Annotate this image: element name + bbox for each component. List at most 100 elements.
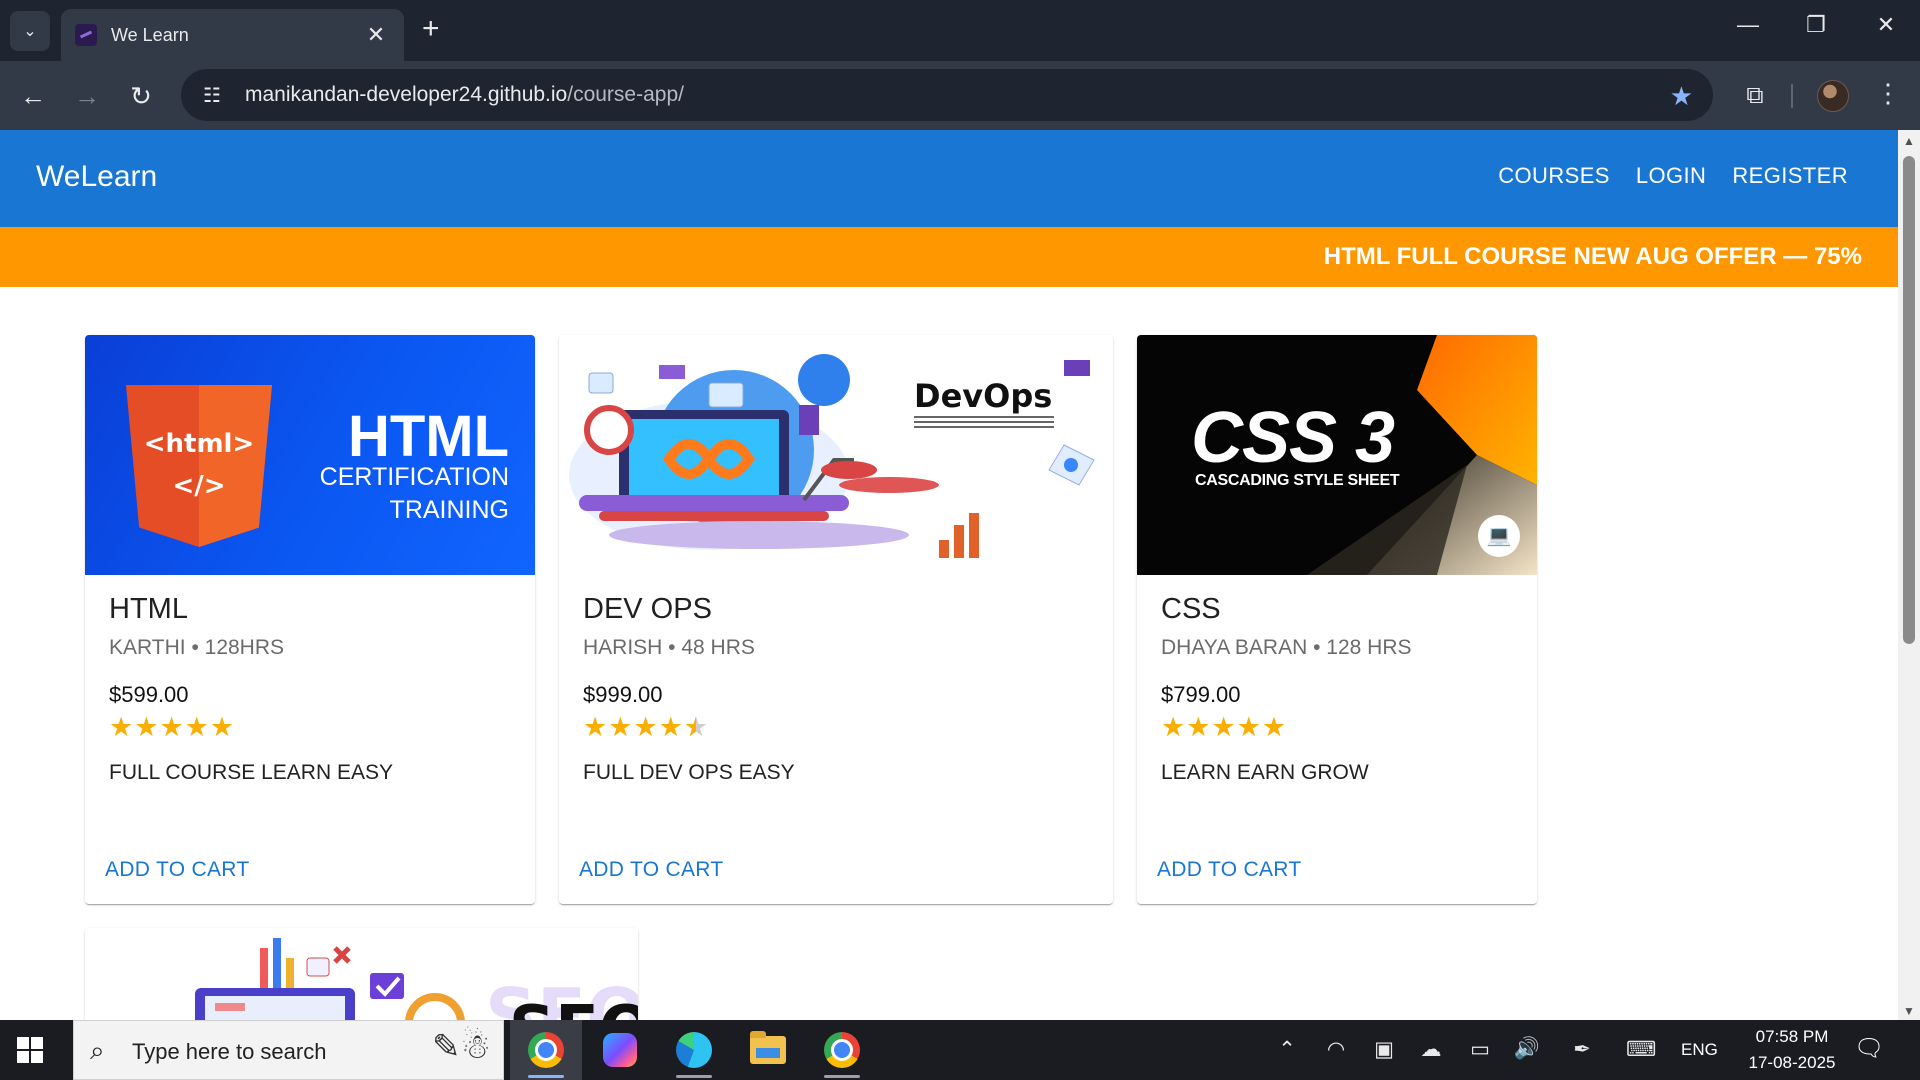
star-icon: ★ [1261,712,1288,742]
scroll-up-icon[interactable]: ▲ [1898,134,1920,148]
new-tab-icon[interactable]: + [422,14,440,44]
nav-login[interactable]: LOGIN [1636,163,1706,189]
course-image-html: <html> </> HTML CERTIFICATION TRAINING [85,335,535,575]
puzzle-icon[interactable]: ⧉ [1738,79,1772,113]
address-bar[interactable]: ☷ manikandan-developer24.github.io/cours… [181,69,1713,121]
tab-search-button[interactable]: ⌄ [10,11,50,51]
css-image-heading: CSS 3 [1191,398,1395,478]
onedrive-cloud-icon[interactable]: ☁ [1416,1037,1446,1062]
star-icon: ★ [608,712,634,742]
chrome-icon [528,1032,564,1068]
course-image-devops: DevOps [559,335,1113,575]
profile-avatar[interactable] [1817,80,1849,112]
wifi-icon[interactable]: ◠ [1321,1037,1351,1062]
tab-close-icon[interactable]: ✕ [362,22,390,48]
rating-stars: ★★★★★ [583,712,1097,743]
clock-date[interactable]: 17-08-2025 [1736,1053,1848,1073]
scroll-down-icon[interactable]: ▼ [1898,1004,1920,1018]
running-indicator [824,1075,860,1078]
url-host: manikandan-developer24.github.io [245,83,568,106]
folder-icon [750,1031,786,1064]
taskbar-chrome-active[interactable] [510,1020,582,1080]
css-image-caption: CASCADING STYLE SHEET [1195,472,1400,489]
course-card-html: <html> </> HTML CERTIFICATION TRAINING H… [85,335,535,904]
restore-icon[interactable]: ❐ [1796,12,1836,38]
notification-icon[interactable]: 🗨 [1854,1034,1884,1064]
tab-title: We Learn [111,24,189,45]
card-content: CSS DHAYA BARAN • 128 HRS $799.00 ★★★★★ … [1161,593,1521,785]
meet-icon[interactable]: ▣ [1369,1037,1399,1062]
course-price: $599.00 [109,682,189,707]
arrow-right-icon[interactable]: → [70,79,104,113]
course-price: $999.00 [583,682,663,707]
card-content: HTML KARTHI • 128HRS $599.00 ★★★★★ FULL … [109,593,519,785]
kebab-icon[interactable]: ⋮ [1875,78,1901,109]
language-indicator[interactable]: ENG [1681,1040,1718,1060]
taskbar-edge[interactable] [658,1020,730,1080]
touch-keyboard-icon[interactable]: ⌨ [1626,1037,1656,1062]
course-instructor: DHAYA BARAN • 128 HRS [1161,636,1412,659]
course-description: FULL COURSE LEARN EASY [109,761,393,784]
course-card-devops: DevOps DEV OPS HARISH • 48 HRS $999.00 ★… [559,335,1113,904]
star-icon: ★ [134,712,160,742]
browser-tab[interactable]: We Learn ✕ [61,9,404,61]
add-to-cart-button[interactable]: ADD TO CART [105,858,250,882]
course-title: DEV OPS [583,593,712,625]
taskbar-copilot[interactable] [584,1020,656,1080]
add-to-cart-button[interactable]: ADD TO CART [579,858,724,882]
taskbar: ⌕ Type here to search ✎☃ ⌃ ◠ ▣ ☁ ▭ 🔊 ✒ ⌨… [0,1020,1920,1080]
active-indicator [528,1075,564,1078]
url-text[interactable]: manikandan-developer24.github.io/course-… [245,83,684,107]
search-icon: ⌕ [90,1035,105,1065]
brand-logo[interactable]: WeLearn [36,160,157,194]
pen-icon[interactable]: ✒ [1567,1037,1597,1062]
chevron-up-icon[interactable]: ⌃ [1272,1037,1302,1062]
course-image-css: CSS 3 CASCADING STYLE SHEET 💻 [1137,335,1537,575]
star-icon: ★ [109,712,135,742]
browser-tab-strip: ⌄ We Learn ✕ + — ❐ ✕ [0,0,1920,61]
html-tag-close: </> [172,471,226,501]
devops-image-heading: DevOps [914,377,1053,415]
course-image-seo: SEO SEO [85,928,638,1020]
add-to-cart-button[interactable]: ADD TO CART [1157,858,1302,882]
battery-icon[interactable]: ▭ [1465,1037,1495,1062]
arrow-left-icon[interactable]: ← [16,79,50,113]
url-path: /course-app/ [567,83,684,106]
course-instructor: KARTHI • 128HRS [109,636,285,659]
browser-toolbar: ← → ↻ ☷ manikandan-developer24.github.io… [0,61,1920,130]
scroll-thumb[interactable] [1903,156,1915,644]
course-price: $799.00 [1161,682,1241,707]
nav-courses[interactable]: COURSES [1498,163,1610,189]
volume-icon[interactable]: 🔊 [1512,1037,1542,1061]
reload-icon[interactable]: ↻ [124,79,158,113]
taskbar-search[interactable]: ⌕ Type here to search ✎☃ [73,1020,504,1080]
offer-text: HTML FULL COURSE NEW AUG OFFER — 75% [1323,243,1862,270]
rating-stars: ★★★★★ [1161,712,1521,743]
app-bar: WeLearn COURSES LOGIN REGISTER [0,130,1898,227]
star-icon: ★ [209,712,236,742]
page-scrollbar[interactable]: ▲ ▼ [1898,130,1920,1020]
taskbar-chrome-profile[interactable] [806,1020,878,1080]
clock-time[interactable]: 07:58 PM [1745,1027,1839,1047]
minimize-icon[interactable]: — [1728,12,1768,38]
course-card-css: CSS 3 CASCADING STYLE SHEET 💻 CSS DHAYA … [1137,335,1537,904]
nav-register[interactable]: REGISTER [1732,163,1848,189]
star-icon: ★ [1161,712,1187,742]
course-description: LEARN EARN GROW [1161,761,1369,784]
star-icon: ★ [1186,712,1212,742]
windows-start-icon[interactable] [17,1037,45,1065]
running-indicator [676,1075,712,1078]
chrome-icon [824,1032,860,1068]
html-image-line2: TRAINING [389,496,509,524]
star-icon[interactable]: ★ [1670,81,1693,112]
search-placeholder: Type here to search [132,1039,327,1064]
seo-image-heading: SEO [509,993,638,1020]
site-info-icon[interactable]: ☷ [197,80,227,110]
course-title: CSS [1161,593,1221,625]
star-half-icon: ★ [684,712,709,743]
window-close-icon[interactable]: ✕ [1866,12,1906,38]
rating-stars: ★★★★★ [109,712,519,743]
taskbar-file-explorer[interactable] [732,1020,804,1080]
html-image-caption: CERTIFICATION TRAINING [320,461,509,527]
html-tag-open: <html> [143,429,255,459]
